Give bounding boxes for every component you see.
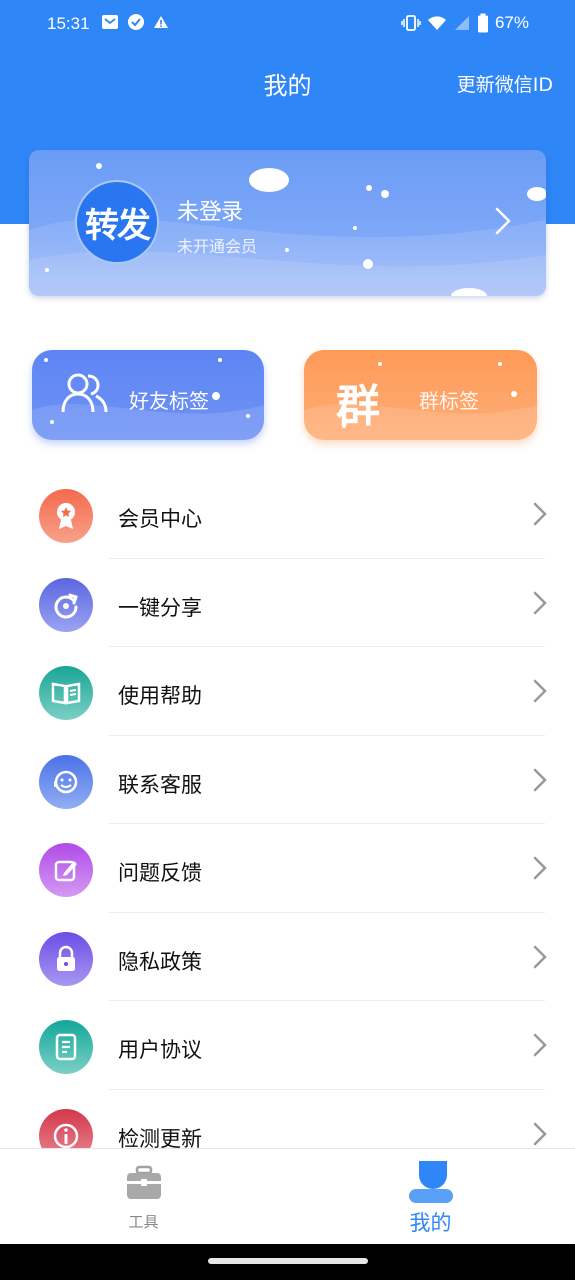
friends-icon — [61, 373, 108, 413]
menu-item-member-center[interactable]: 会员中心 — [0, 470, 575, 559]
chevron-right-icon — [533, 591, 547, 614]
menu-label: 联系客服 — [118, 772, 202, 797]
mail-icon — [102, 15, 118, 29]
wifi-icon — [427, 16, 446, 30]
menu-label: 用户协议 — [118, 1038, 202, 1062]
avatar[interactable]: 转发 — [75, 180, 159, 264]
check-badge-icon — [128, 14, 144, 30]
document-icon — [39, 1020, 93, 1074]
friend-tag-label: 好友标签 — [129, 389, 209, 413]
profile-icon — [409, 1161, 453, 1203]
nav-mine-label: 我的 — [409, 1211, 452, 1235]
toolbox-icon — [127, 1165, 161, 1199]
menu-label: 使用帮助 — [118, 684, 202, 708]
menu-item-feedback[interactable]: 问题反馈 — [0, 824, 575, 913]
battery-percent: 67% — [494, 13, 529, 32]
chevron-right-icon — [533, 768, 547, 791]
group-glyph-icon: 群 — [336, 381, 380, 432]
menu-label: 一键分享 — [118, 595, 202, 620]
member-status: 未开通会员 — [177, 237, 258, 256]
menu-item-customer-service[interactable]: 联系客服 — [0, 736, 575, 824]
nav-tools-label: 工具 — [128, 1213, 159, 1231]
member-badge-icon — [39, 489, 93, 543]
chevron-right-icon — [533, 679, 547, 703]
chevron-right-icon — [533, 945, 547, 968]
login-status: 未登录 — [177, 200, 244, 225]
menu-item-privacy-policy[interactable]: 隐私政策 — [0, 913, 575, 1001]
menu-label: 隐私政策 — [118, 949, 202, 974]
profile-card[interactable]: 转发 未登录 未开通会员 — [29, 150, 546, 296]
menu-item-user-agreement[interactable]: 用户协议 — [0, 1001, 575, 1090]
avatar-text: 转发 — [85, 205, 151, 246]
status-time: 15:31 — [47, 14, 90, 33]
warning-icon — [154, 16, 168, 28]
lock-icon — [39, 931, 93, 986]
chevron-right-icon — [533, 1122, 547, 1145]
menu-label: 会员中心 — [118, 507, 202, 531]
chevron-right-icon — [533, 502, 547, 526]
friend-tag-button[interactable]: 好友标签 — [32, 350, 264, 440]
bottom-nav: 工具 我的 — [0, 1148, 575, 1244]
group-tag-button[interactable]: 群 群标签 — [304, 350, 537, 440]
help-book-icon — [39, 666, 93, 720]
chevron-right-icon — [495, 207, 511, 235]
nav-tab-tools[interactable]: 工具 — [0, 1149, 287, 1245]
status-icons-right: 67% — [401, 13, 529, 33]
menu-item-one-click-share[interactable]: 一键分享 — [0, 559, 575, 647]
nav-tab-mine[interactable]: 我的 — [287, 1149, 574, 1245]
group-tag-label: 群标签 — [419, 389, 479, 413]
signal-icon — [454, 16, 469, 30]
system-nav-bar — [0, 1244, 575, 1280]
settings-menu: 会员中心 一键分享 使用帮助 联系客服 问题反馈 隐私政策 用户协议 检测更新 — [0, 470, 575, 1178]
status-bar: 15:31 67% — [0, 0, 575, 48]
status-icons-left — [101, 13, 169, 31]
feedback-edit-icon — [39, 843, 93, 897]
vibrate-icon — [401, 15, 421, 31]
menu-label: 问题反馈 — [118, 861, 202, 885]
chevron-right-icon — [533, 856, 547, 880]
share-refresh-icon — [39, 577, 93, 632]
chevron-right-icon — [533, 1033, 547, 1057]
battery-icon — [477, 13, 488, 33]
home-indicator[interactable] — [208, 1258, 368, 1264]
update-wechat-id-button[interactable]: 更新微信ID — [457, 70, 553, 97]
menu-item-help[interactable]: 使用帮助 — [0, 647, 575, 736]
customer-service-icon — [39, 754, 93, 809]
